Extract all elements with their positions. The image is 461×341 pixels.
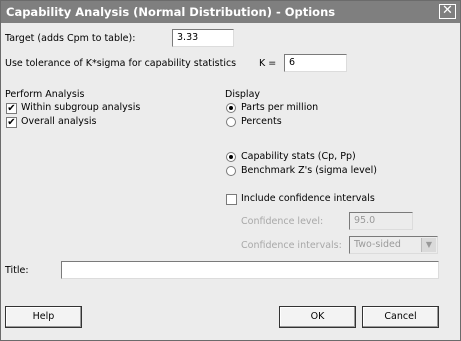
percents-label[interactable]: Percents [241, 116, 282, 127]
k-input[interactable]: 6 [284, 54, 347, 72]
confidence-intervals-value: Two-sided [354, 239, 401, 250]
dialog-title: Capability Analysis (Normal Distribution… [6, 5, 336, 19]
include-confidence-checkbox[interactable] [226, 194, 237, 205]
confidence-level-input[interactable]: 95.0 [349, 212, 413, 230]
overall-analysis-checkbox[interactable]: ✔ [6, 117, 17, 128]
options-dialog: Capability Analysis (Normal Distribution… [0, 0, 461, 341]
target-input[interactable]: 3.33 [172, 29, 234, 47]
title-label: Title: [5, 265, 29, 276]
capability-stats-label[interactable]: Capability stats (Cp, Pp) [241, 151, 356, 162]
percents-radio[interactable] [226, 117, 236, 127]
target-label: Target (adds Cpm to table): [5, 33, 136, 44]
k-label: K = [259, 58, 277, 69]
overall-analysis-label[interactable]: Overall analysis [21, 116, 96, 127]
perform-analysis-heading: Perform Analysis [5, 89, 85, 100]
parts-per-million-label[interactable]: Parts per million [241, 102, 318, 113]
confidence-intervals-select[interactable]: Two-sided ▼ [349, 236, 438, 254]
tolerance-label: Use tolerance of K*sigma for capability … [5, 58, 237, 69]
within-subgroup-label[interactable]: Within subgroup analysis [21, 102, 140, 113]
close-icon[interactable]: ✕ [439, 4, 456, 19]
capability-stats-radio[interactable] [226, 152, 236, 162]
checkmark-icon: ✔ [7, 103, 16, 114]
benchmark-z-label[interactable]: Benchmark Z's (sigma level) [241, 165, 377, 176]
include-confidence-label[interactable]: Include confidence intervals [241, 193, 375, 204]
confidence-intervals-label: Confidence intervals: [241, 240, 342, 251]
cancel-button[interactable]: Cancel [362, 306, 439, 328]
ok-button[interactable]: OK [279, 306, 356, 328]
display-heading: Display [225, 89, 261, 100]
within-subgroup-checkbox[interactable]: ✔ [6, 103, 17, 114]
help-button[interactable]: Help [5, 306, 82, 328]
title-input[interactable] [61, 261, 439, 279]
benchmark-z-radio[interactable] [226, 166, 236, 176]
title-bar: Capability Analysis (Normal Distribution… [1, 1, 460, 23]
checkmark-icon: ✔ [7, 117, 16, 128]
confidence-level-label: Confidence level: [241, 216, 324, 227]
chevron-down-icon[interactable]: ▼ [421, 238, 436, 252]
parts-per-million-radio[interactable] [226, 103, 236, 113]
